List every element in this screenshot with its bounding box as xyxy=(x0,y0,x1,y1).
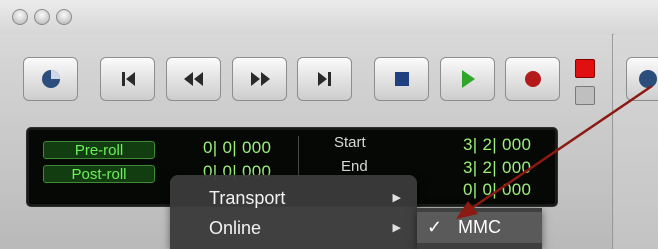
play-icon xyxy=(461,70,475,88)
wait-for-note-icon xyxy=(639,70,657,88)
length-value[interactable]: 0| 0| 000 xyxy=(463,180,531,200)
end-label: End xyxy=(341,158,368,175)
start-label: Start xyxy=(334,134,366,151)
counter-divider xyxy=(298,136,299,176)
record-mode-led[interactable] xyxy=(575,86,595,105)
start-value[interactable]: 3| 2| 000 xyxy=(463,135,531,155)
submenu-item-label: MMC xyxy=(458,217,501,237)
submenu-arrow-icon: ▶ xyxy=(392,222,401,234)
menu-item-label: Transport xyxy=(209,188,286,208)
go-to-end-icon xyxy=(317,72,331,86)
partial-next-button[interactable] xyxy=(626,57,658,101)
fast-forward-button[interactable] xyxy=(232,57,287,101)
context-menu: Transport ▶ Online ▶ xyxy=(170,175,417,249)
preroll-value[interactable]: 0| 0| 000 xyxy=(203,138,271,158)
return-to-zero-icon xyxy=(121,72,135,86)
fast-forward-icon xyxy=(250,72,270,86)
online-submenu: ✓ MMC xyxy=(417,208,542,249)
close-window-button[interactable] xyxy=(12,9,28,25)
wait-for-note-icon xyxy=(41,70,60,88)
transport-window: Pre-roll Post-roll 0| 0| 000 0| 0| 000 S… xyxy=(0,0,658,249)
minimize-window-button[interactable] xyxy=(34,9,50,25)
menu-item-online[interactable]: Online ▶ xyxy=(170,213,417,243)
title-bar xyxy=(0,0,658,35)
play-button[interactable] xyxy=(440,57,495,101)
checkmark-icon: ✓ xyxy=(427,217,443,237)
zoom-window-button[interactable] xyxy=(56,9,72,25)
preroll-toggle[interactable]: Pre-roll xyxy=(43,141,155,159)
menu-item-label: Online xyxy=(209,218,262,238)
return-to-zero-button[interactable] xyxy=(100,57,155,101)
stop-button[interactable] xyxy=(374,57,429,101)
end-value[interactable]: 3| 2| 000 xyxy=(463,158,531,178)
rewind-icon xyxy=(183,72,203,86)
submenu-item-mmc[interactable]: ✓ MMC xyxy=(417,212,542,243)
submenu-arrow-icon: ▶ xyxy=(392,192,401,204)
wait-for-note-button[interactable] xyxy=(23,57,78,101)
stop-icon xyxy=(394,72,409,86)
record-icon xyxy=(524,71,541,87)
postroll-toggle[interactable]: Post-roll xyxy=(43,165,155,183)
rewind-button[interactable] xyxy=(166,57,221,101)
record-button[interactable] xyxy=(505,57,560,101)
go-to-end-button[interactable] xyxy=(297,57,352,101)
menu-item-transport[interactable]: Transport ▶ xyxy=(170,183,417,213)
record-enable-led[interactable] xyxy=(575,59,595,78)
